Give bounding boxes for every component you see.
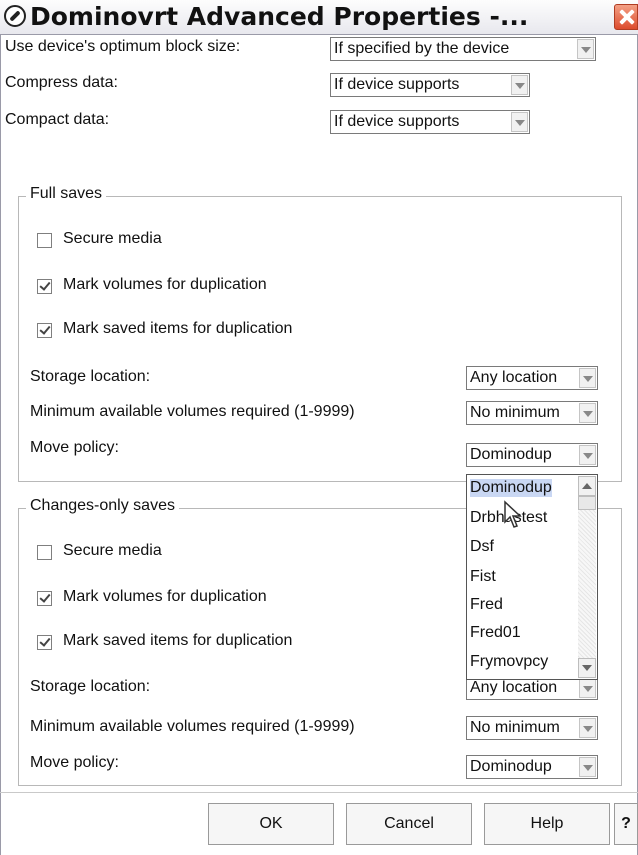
chevron-down-icon[interactable] bbox=[511, 75, 528, 95]
scroll-up-icon[interactable] bbox=[578, 476, 596, 496]
block-size-combo[interactable]: If specified by the device bbox=[330, 37, 596, 61]
window-border-left bbox=[0, 34, 1, 855]
move-policy-dropdown-list[interactable]: Dominodup Drbhastest Dsf Fist Fred Fred0… bbox=[466, 474, 598, 680]
whats-this-button[interactable]: ? bbox=[614, 803, 638, 845]
changes-mark-items-label[interactable]: Mark saved items for duplication bbox=[63, 632, 292, 650]
full-mark-volumes-label[interactable]: Mark volumes for duplication bbox=[63, 276, 267, 294]
compact-combo[interactable]: If device supports bbox=[330, 110, 530, 134]
full-min-volumes-combo[interactable]: No minimum bbox=[466, 401, 598, 425]
changes-move-policy-label: Move policy: bbox=[30, 754, 119, 771]
chevron-down-icon[interactable] bbox=[579, 368, 596, 388]
ok-button[interactable]: OK bbox=[208, 803, 334, 845]
changes-min-volumes-label: Minimum available volumes required (1-99… bbox=[30, 718, 355, 735]
scroll-thumb[interactable] bbox=[578, 496, 596, 510]
dropdown-option[interactable]: Frymovpcy bbox=[470, 653, 548, 671]
changes-mark-volumes-label[interactable]: Mark volumes for duplication bbox=[63, 588, 267, 606]
scroll-down-icon[interactable] bbox=[578, 658, 596, 678]
compress-label: Compress data: bbox=[5, 74, 118, 91]
close-button[interactable] bbox=[614, 4, 638, 30]
mouse-pointer-icon bbox=[504, 500, 522, 528]
changes-mark-items-checkbox[interactable] bbox=[37, 635, 52, 650]
block-size-label: Use device's optimum block size: bbox=[5, 38, 241, 55]
changes-secure-media-checkbox[interactable] bbox=[37, 545, 52, 560]
dropdown-option[interactable]: Dominodup bbox=[470, 479, 552, 497]
chevron-down-icon[interactable] bbox=[579, 718, 596, 738]
changes-min-volumes-value: No minimum bbox=[470, 719, 560, 736]
app-icon bbox=[4, 5, 26, 27]
window-title: Dominovrt Advanced Properties -... bbox=[30, 2, 529, 31]
changes-storage-label: Storage location: bbox=[30, 678, 151, 695]
full-saves-legend: Full saves bbox=[26, 185, 107, 203]
full-min-volumes-label: Minimum available volumes required (1-99… bbox=[30, 403, 355, 420]
full-move-policy-label: Move policy: bbox=[30, 439, 119, 456]
dropdown-option[interactable]: Dsf bbox=[470, 538, 494, 556]
full-secure-media-checkbox[interactable] bbox=[37, 233, 52, 248]
full-secure-media-label[interactable]: Secure media bbox=[63, 230, 162, 248]
changes-min-volumes-combo[interactable]: No minimum bbox=[466, 716, 598, 740]
help-button[interactable]: Help bbox=[484, 803, 610, 845]
chevron-down-icon[interactable] bbox=[511, 112, 528, 132]
full-min-volumes-value: No minimum bbox=[470, 404, 560, 421]
dropdown-option[interactable]: Fred bbox=[470, 596, 503, 614]
compact-label: Compact data: bbox=[5, 111, 110, 128]
full-move-policy-value: Dominodup bbox=[470, 446, 552, 463]
full-mark-volumes-checkbox[interactable] bbox=[37, 279, 52, 294]
chevron-down-icon[interactable] bbox=[577, 39, 594, 59]
changes-move-policy-combo[interactable]: Dominodup bbox=[466, 755, 598, 779]
full-storage-label: Storage location: bbox=[30, 368, 151, 385]
full-mark-items-checkbox[interactable] bbox=[37, 323, 52, 338]
full-storage-value: Any location bbox=[470, 369, 558, 386]
footer-separator bbox=[0, 792, 638, 793]
full-move-policy-combo[interactable]: Dominodup bbox=[466, 443, 598, 467]
chevron-down-icon[interactable] bbox=[579, 678, 596, 698]
full-storage-combo[interactable]: Any location bbox=[466, 366, 598, 390]
block-size-value: If specified by the device bbox=[334, 40, 510, 57]
compress-value: If device supports bbox=[334, 76, 460, 93]
dropdown-option[interactable]: Fist bbox=[470, 568, 496, 586]
full-mark-items-label[interactable]: Mark saved items for duplication bbox=[63, 320, 292, 338]
chevron-down-icon[interactable] bbox=[579, 757, 596, 777]
chevron-down-icon[interactable] bbox=[579, 445, 596, 465]
dropdown-option[interactable]: Fred01 bbox=[470, 624, 521, 642]
changes-mark-volumes-checkbox[interactable] bbox=[37, 591, 52, 606]
changes-storage-value: Any location bbox=[470, 679, 558, 696]
title-bar: Dominovrt Advanced Properties -... bbox=[0, 0, 638, 35]
changes-secure-media-label[interactable]: Secure media bbox=[63, 542, 162, 560]
compact-value: If device supports bbox=[334, 113, 460, 130]
cancel-button[interactable]: Cancel bbox=[346, 803, 472, 845]
compress-combo[interactable]: If device supports bbox=[330, 73, 530, 97]
changes-saves-legend: Changes-only saves bbox=[26, 497, 179, 515]
changes-move-policy-value: Dominodup bbox=[470, 758, 552, 775]
chevron-down-icon[interactable] bbox=[579, 403, 596, 423]
